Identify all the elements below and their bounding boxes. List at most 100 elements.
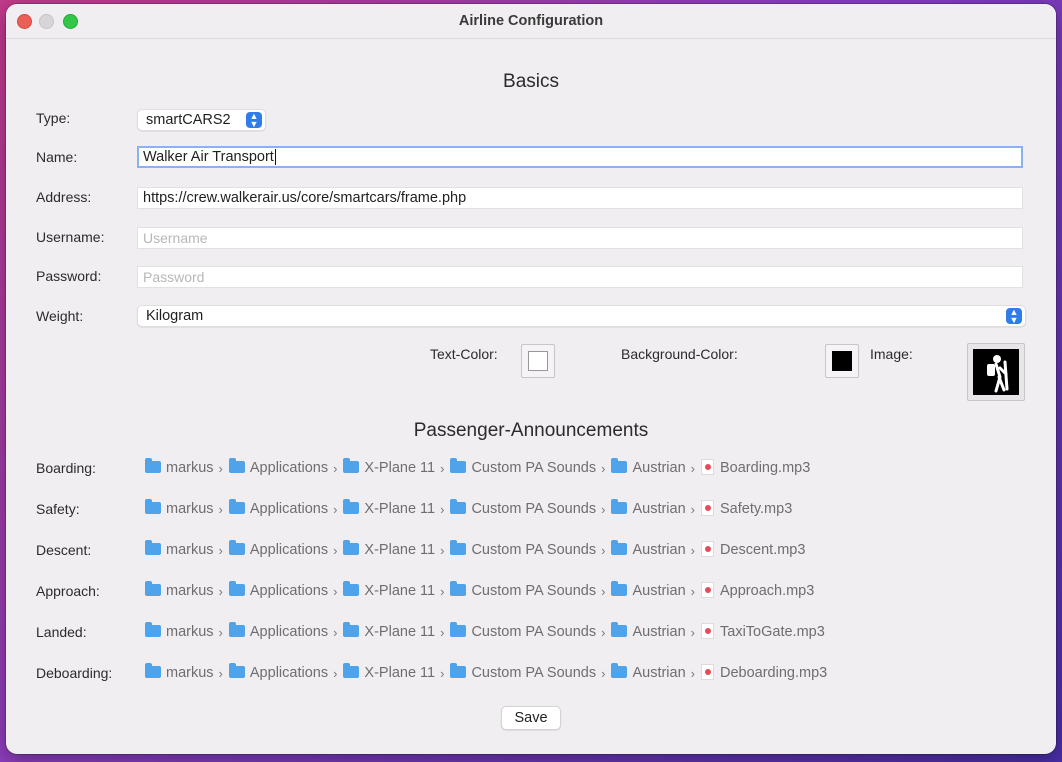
path-segment[interactable]: X-Plane 11 [343, 458, 435, 476]
path-segment[interactable]: markus [145, 581, 214, 599]
path-segment[interactable]: X-Plane 11 [343, 581, 435, 599]
landed-path-control[interactable]: markus › Applications › X-Plane 11 › Custom PA… [145, 622, 825, 644]
path-segment-file[interactable]: Descent.mp3 [701, 541, 805, 558]
boarding-path-control[interactable]: markus › Applications › X-Plane 11 › Custom PA… [145, 458, 810, 480]
home-folder-icon [145, 458, 161, 474]
background-color-swatch [832, 351, 852, 371]
audio-file-icon [701, 664, 714, 681]
chevron-right-icon: › [218, 583, 223, 599]
chevron-right-icon: › [690, 542, 695, 558]
folder-icon [343, 622, 360, 638]
chevron-right-icon: › [333, 501, 338, 517]
path-segment[interactable]: Custom PA Sounds [450, 458, 596, 476]
window-title: Airline Configuration [458, 13, 604, 29]
path-segment-file[interactable]: TaxiToGate.mp3 [701, 623, 825, 640]
path-segment[interactable]: markus [145, 663, 214, 681]
chevron-right-icon: › [333, 583, 338, 599]
path-segment[interactable]: Applications [228, 499, 328, 517]
folder-icon [343, 499, 360, 515]
path-segment[interactable]: Custom PA Sounds [450, 499, 596, 517]
path-segment[interactable]: Austrian [611, 499, 686, 517]
chevron-right-icon: › [440, 583, 445, 599]
name-label: Name: [36, 149, 78, 165]
chevron-right-icon: › [690, 624, 695, 640]
chevron-right-icon: › [601, 624, 606, 640]
path-segment-file[interactable]: Deboarding.mp3 [701, 664, 827, 681]
folder-icon [228, 622, 245, 638]
chevron-right-icon: › [440, 460, 445, 476]
path-segment[interactable]: markus [145, 499, 214, 517]
chevron-right-icon: › [601, 460, 606, 476]
path-segment[interactable]: Custom PA Sounds [450, 581, 596, 599]
type-label: Type: [36, 110, 71, 126]
path-segment-file[interactable]: Approach.mp3 [701, 582, 814, 599]
chevron-right-icon: › [218, 665, 223, 681]
path-segment[interactable]: Custom PA Sounds [450, 663, 596, 681]
path-segment[interactable]: X-Plane 11 [343, 499, 435, 517]
path-segment[interactable]: Custom PA Sounds [450, 540, 596, 558]
path-segment[interactable]: Applications [228, 581, 328, 599]
username-field[interactable]: Username [137, 227, 1023, 249]
weight-stepper-icon: ▲ ▼ [1006, 308, 1022, 325]
path-segment[interactable]: markus [145, 458, 214, 476]
path-segment[interactable]: Austrian [611, 540, 686, 558]
folder-icon [611, 581, 628, 597]
path-segment[interactable]: Austrian [611, 622, 686, 640]
chevron-right-icon: › [333, 665, 338, 681]
path-segment[interactable]: Applications [228, 458, 328, 476]
path-segment[interactable]: Austrian [611, 581, 686, 599]
chevron-right-icon: › [440, 501, 445, 517]
chevron-right-icon: › [333, 624, 338, 640]
name-value: Walker Air Transport [143, 149, 274, 165]
path-segment-file[interactable]: Safety.mp3 [701, 500, 792, 517]
password-field[interactable]: Password [137, 266, 1023, 288]
address-label: Address: [36, 189, 92, 205]
path-segment[interactable]: Austrian [611, 458, 686, 476]
chevron-right-icon: › [218, 460, 223, 476]
chevron-right-icon: › [333, 542, 338, 558]
airline-configuration-window: Airline Configuration Basics Type: smart… [6, 4, 1056, 754]
folder-icon [343, 458, 360, 474]
address-field[interactable]: https://crew.walkerair.us/core/smartcars… [137, 187, 1023, 209]
hiker-icon [973, 349, 1019, 395]
home-folder-icon [145, 499, 161, 515]
folder-icon [450, 581, 467, 597]
weight-popup[interactable]: Kilogram ▲ ▼ [137, 305, 1026, 327]
chevron-right-icon: › [440, 624, 445, 640]
path-segment[interactable]: X-Plane 11 [343, 622, 435, 640]
safety-path-control[interactable]: markus › Applications › X-Plane 11 › Custom PA… [145, 499, 792, 521]
descent-path-control[interactable]: markus › Applications › X-Plane 11 › Custom PA… [145, 540, 805, 562]
path-segment[interactable]: X-Plane 11 [343, 540, 435, 558]
deboarding-path-control[interactable]: markus › Applications › X-Plane 11 › Custom PA… [145, 663, 827, 685]
folder-icon [611, 663, 628, 679]
text-color-label: Text-Color: [430, 346, 498, 362]
path-segment[interactable]: Austrian [611, 663, 686, 681]
path-segment[interactable]: markus [145, 540, 214, 558]
type-value: smartCARS2 [146, 112, 231, 128]
folder-icon [343, 540, 360, 556]
path-segment[interactable]: Applications [228, 622, 328, 640]
chevron-right-icon: › [440, 542, 445, 558]
approach-path-control[interactable]: markus › Applications › X-Plane 11 › Custom PA… [145, 581, 814, 603]
chevron-right-icon: › [440, 665, 445, 681]
image-well[interactable] [967, 343, 1025, 401]
text-color-well[interactable] [521, 344, 555, 378]
home-folder-icon [145, 622, 161, 638]
type-popup[interactable]: smartCARS2 ▲ ▼ [137, 109, 266, 131]
folder-icon [611, 458, 628, 474]
path-segment[interactable]: Applications [228, 663, 328, 681]
folder-icon [450, 499, 467, 515]
deboarding-label: Deboarding: [36, 665, 113, 681]
background-color-well[interactable] [825, 344, 859, 378]
chevron-right-icon: › [218, 501, 223, 517]
name-field[interactable]: Walker Air Transport [137, 146, 1023, 168]
chevron-right-icon: › [601, 501, 606, 517]
folder-icon [228, 499, 245, 515]
save-button[interactable]: Save [501, 706, 561, 730]
audio-file-icon [701, 623, 714, 640]
path-segment[interactable]: Applications [228, 540, 328, 558]
path-segment-file[interactable]: Boarding.mp3 [701, 459, 810, 476]
path-segment[interactable]: Custom PA Sounds [450, 622, 596, 640]
path-segment[interactable]: X-Plane 11 [343, 663, 435, 681]
path-segment[interactable]: markus [145, 622, 214, 640]
